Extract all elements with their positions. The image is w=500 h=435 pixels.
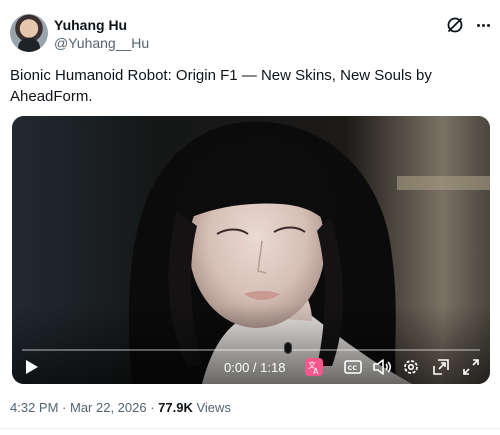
grok-icon[interactable] bbox=[444, 14, 466, 36]
picture-in-picture-icon[interactable] bbox=[430, 356, 452, 378]
video-player[interactable]: 0:00 / 1:18 文 A CC bbox=[12, 116, 490, 384]
video-controls: 0:00 / 1:18 文 A CC bbox=[12, 354, 490, 382]
tweet-time[interactable]: 4:32 PM bbox=[10, 400, 58, 415]
settings-icon[interactable] bbox=[400, 356, 422, 378]
more-options-icon[interactable] bbox=[472, 14, 494, 36]
tweet-header: Yuhang Hu @Yuhang__Hu bbox=[10, 12, 490, 56]
captions-translate-icon[interactable]: 文 A bbox=[303, 356, 325, 378]
divider bbox=[0, 428, 500, 429]
fullscreen-icon[interactable] bbox=[460, 356, 482, 378]
video-scrubber-handle[interactable] bbox=[284, 342, 292, 354]
avatar[interactable] bbox=[10, 14, 48, 52]
tweet-date[interactable]: Mar 22, 2026 bbox=[70, 400, 147, 415]
cc-icon[interactable]: CC bbox=[342, 356, 364, 378]
volume-icon[interactable] bbox=[370, 356, 394, 378]
views-label: Views bbox=[192, 400, 231, 415]
video-time-display: 0:00 / 1:18 bbox=[224, 359, 286, 375]
views-count[interactable]: 77.9K bbox=[158, 400, 193, 415]
svg-text:CC: CC bbox=[348, 364, 358, 372]
author-display-name[interactable]: Yuhang Hu bbox=[54, 16, 149, 34]
meta-separator-2: · bbox=[146, 400, 159, 415]
author-names[interactable]: Yuhang Hu @Yuhang__Hu bbox=[54, 16, 149, 52]
svg-text:A: A bbox=[313, 367, 319, 376]
play-icon[interactable] bbox=[22, 356, 42, 378]
video-progress-bar[interactable] bbox=[22, 349, 480, 351]
author-handle[interactable]: @Yuhang__Hu bbox=[54, 34, 149, 52]
meta-separator: · bbox=[58, 400, 70, 415]
tweet-text: Bionic Humanoid Robot: Origin F1 — New S… bbox=[10, 67, 432, 105]
tweet-meta: 4:32 PM · Mar 22, 2026 · 77.9K Views bbox=[10, 400, 231, 415]
